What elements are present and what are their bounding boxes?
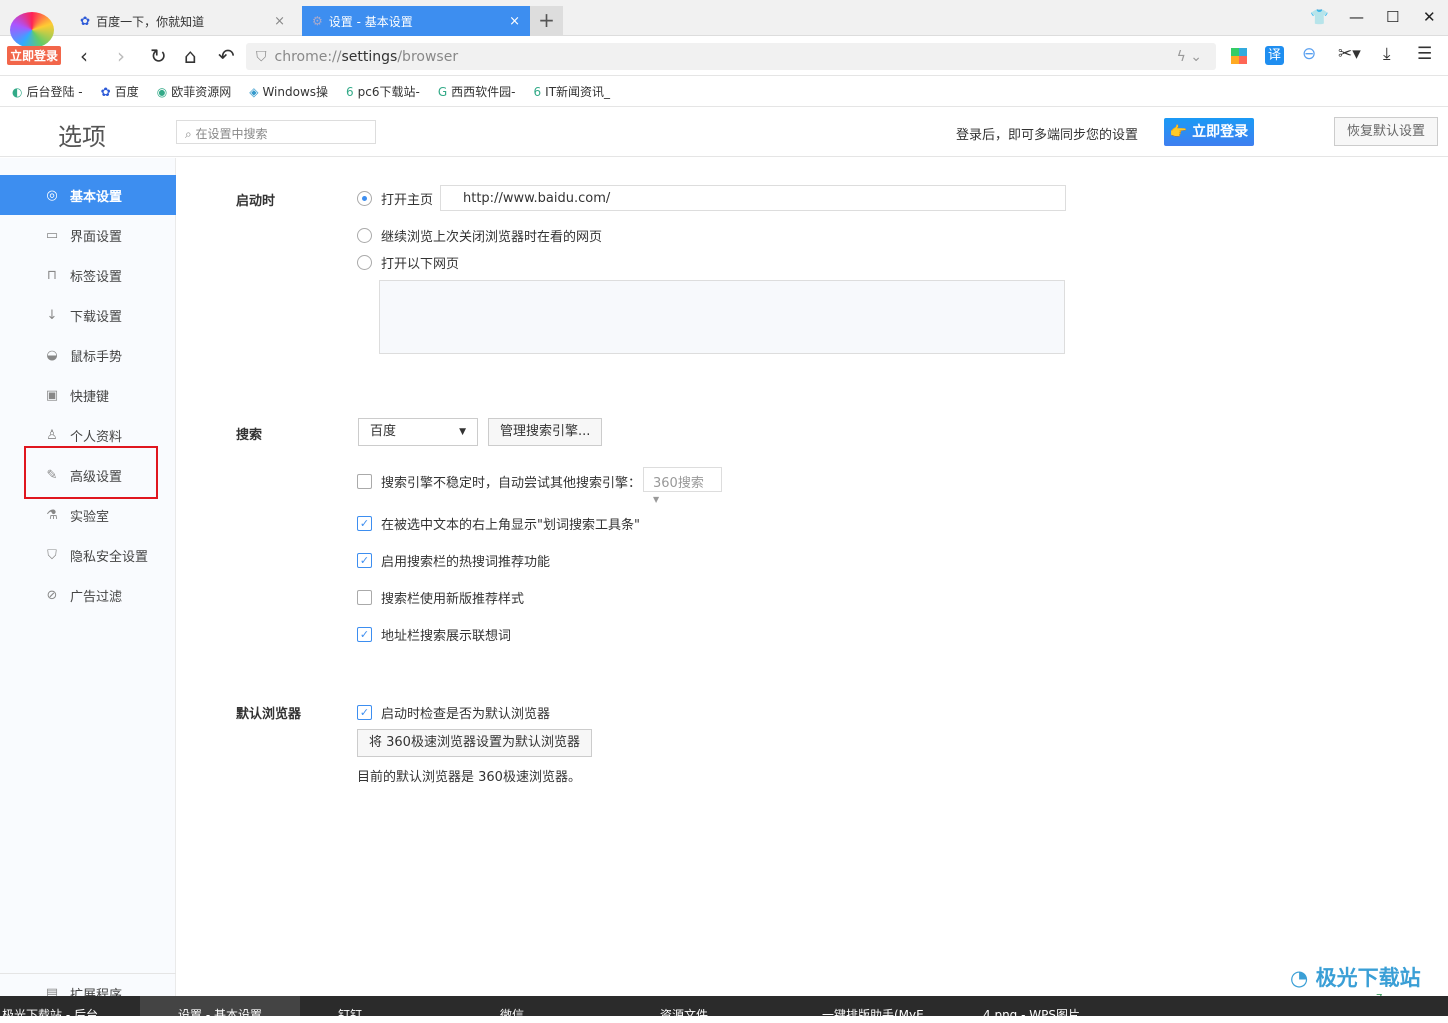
bookmark[interactable]: ◈ Windows操 — [249, 83, 328, 100]
baidu-paw-icon: ✿ — [80, 14, 91, 28]
startup-continue-radio[interactable]: 继续浏览上次关闭浏览器时在看的网页 — [357, 226, 602, 245]
flask-icon: ⚗ — [46, 507, 58, 523]
address-bar[interactable]: ⛉ chrome://settings/browser ϟ ⌄ — [246, 43, 1216, 70]
adblock-icon[interactable]: ⊖ — [1302, 44, 1316, 64]
menu-icon[interactable]: ☰ — [1417, 44, 1432, 64]
minimize-button[interactable]: — — [1349, 8, 1364, 26]
close-tab-icon[interactable]: × — [509, 14, 520, 29]
download-icon[interactable]: ⤓ — [1383, 44, 1391, 64]
lightning-icon[interactable]: ϟ ⌄ — [1177, 49, 1202, 65]
reload-button[interactable]: ↻ — [150, 44, 167, 68]
taskbar-item[interactable]: 微信 — [500, 1006, 524, 1023]
page-title: 选项 — [58, 123, 106, 151]
window-icon: ▭ — [45, 227, 59, 243]
login-badge[interactable]: 立即登录 — [7, 46, 62, 65]
block-icon: ⊘ — [46, 587, 58, 603]
sidebar: ◎ 基本设置 ▭ 界面设置 ⊓ 标签设置 ↓ 下载设置 ◒ 鼠标手势 ▣ 快捷键 ♙ 个人资料… — [0, 158, 176, 1003]
startup-pages-list[interactable] — [379, 280, 1065, 354]
settings-header: 选项 ⌕ 在设置中搜索 登录后，即可多端同步您的设置 👉 立即登录 恢复默认设置 — [0, 107, 1448, 157]
search-engine-select[interactable]: 百度 ▼ — [358, 418, 478, 446]
search-fallback-checkbox[interactable]: 搜索引擎不稳定时，自动尝试其他搜索引擎： — [357, 472, 641, 491]
bookmark[interactable]: ✿ 百度 — [101, 83, 139, 100]
manage-search-engines-button[interactable]: 管理搜索引擎... — [488, 418, 603, 446]
new-tab-button[interactable]: + — [530, 6, 563, 36]
sync-text: 登录后，即可多端同步您的设置 — [956, 128, 1139, 143]
bookmarks-bar: ◐ 后台登陆 - ✿ 百度 ◉ 欧菲资源网 ◈ Windows操 6 pc6下载站- G西… — [0, 77, 1448, 107]
bookmark[interactable]: ◉ 欧菲资源网 — [157, 83, 232, 100]
close-window-button[interactable]: ✕ — [1423, 8, 1436, 26]
default-browser-label: 默认浏览器 — [236, 707, 302, 722]
default-browser-status: 目前的默认浏览器是 360极速浏览器。 — [357, 770, 581, 785]
set-default-browser-button[interactable]: 将 360极速浏览器设置为默认浏览器 — [357, 729, 592, 757]
taskbar-item[interactable]: 钉钉 — [338, 1006, 362, 1023]
skin-icon[interactable]: 👕 — [1310, 8, 1329, 26]
taskbar-item[interactable]: 4.png - WPS图片 — [983, 1006, 1080, 1023]
taskbar-item[interactable]: 设置 - 基本设置 — [140, 996, 300, 1022]
tab-bar: ✿ 百度一下，你就知道 × ⚙ 设置 - 基本设置 × + 👕 — ☐ ✕ — [0, 0, 1448, 36]
sidebar-item-tabs[interactable]: ⊓ 标签设置 — [0, 255, 176, 295]
translate-icon[interactable]: 译 — [1265, 46, 1284, 65]
mouse-icon: ◒ — [46, 347, 58, 363]
sidebar-item-shortcuts[interactable]: ▣ 快捷键 — [0, 375, 176, 415]
gear-icon: ⚙ — [312, 14, 323, 28]
taskbar-item[interactable]: 资源文件 — [660, 1006, 708, 1023]
settings-search-input[interactable]: ⌕ 在设置中搜索 — [176, 120, 376, 144]
taskbar-item[interactable]: 极光下载站 - 后台 — [2, 1006, 98, 1023]
default-check-checkbox[interactable]: ✓ 启动时检查是否为默认浏览器 — [357, 703, 550, 722]
search-label: 搜索 — [236, 428, 263, 443]
nav-bar: ‹ › ↻ ⌂ ↶ ⛉ chrome://settings/browser ϟ ⌄ … — [0, 36, 1448, 76]
highlight-box — [24, 446, 158, 499]
startup-pages-radio[interactable]: 打开以下网页 — [357, 253, 459, 272]
download-icon: ↓ — [46, 307, 58, 323]
startup-label: 启动时 — [236, 194, 276, 209]
home-button[interactable]: ⌂ — [184, 44, 197, 68]
bookmark[interactable]: G 西西软件园- — [438, 83, 516, 100]
tab-settings[interactable]: ⚙ 设置 - 基本设置 × — [302, 6, 530, 36]
fallback-engine-select[interactable]: 360搜索 ▼ — [643, 467, 722, 504]
taskbar: 极光下载站 - 后台 设置 - 基本设置 钉钉 微信 资源文件 一键排版助手(M… — [0, 996, 1448, 1022]
tab-icon: ⊓ — [46, 267, 58, 283]
back-button[interactable]: ‹ — [80, 44, 88, 68]
bookmark[interactable]: 6 IT新闻资讯_ — [534, 83, 611, 100]
bookmark[interactable]: 6 pc6下载站- — [346, 83, 420, 100]
undo-close-button[interactable]: ↶ — [218, 44, 235, 68]
close-tab-icon[interactable]: × — [274, 14, 285, 29]
search-option-checkbox[interactable]: ✓ 在被选中文本的右上角显示"划词搜索工具条" — [357, 514, 640, 533]
forward-button[interactable]: › — [117, 44, 125, 68]
login-button[interactable]: 👉 立即登录 — [1164, 118, 1254, 146]
sidebar-item-privacy[interactable]: ⛉ 隐私安全设置 — [0, 535, 176, 575]
search-option-checkbox[interactable]: 搜索栏使用新版推荐样式 — [357, 588, 524, 607]
shield-icon: ⛉ — [256, 48, 267, 65]
scissors-icon[interactable]: ✂▾ — [1338, 44, 1361, 64]
apps-icon[interactable] — [1231, 48, 1247, 64]
gear-circle-icon: ◎ — [46, 187, 58, 203]
sidebar-item-interface[interactable]: ▭ 界面设置 — [0, 215, 176, 255]
user-icon: ♙ — [46, 427, 58, 443]
sidebar-item-lab[interactable]: ⚗ 实验室 — [0, 495, 176, 535]
sidebar-item-adblock[interactable]: ⊘ 广告过滤 — [0, 575, 176, 615]
keyboard-icon: ▣ — [45, 387, 59, 403]
reset-defaults-button[interactable]: 恢复默认设置 — [1334, 117, 1438, 146]
home-url-input[interactable]: http://www.baidu.com/ — [440, 185, 1066, 211]
taskbar-item[interactable]: 一键排版助手(MyE — [822, 1006, 924, 1023]
browser-logo[interactable] — [10, 12, 54, 48]
maximize-button[interactable]: ☐ — [1386, 8, 1399, 26]
sidebar-item-mouse[interactable]: ◒ 鼠标手势 — [0, 335, 176, 375]
search-option-checkbox[interactable]: ✓ 启用搜索栏的热搜词推荐功能 — [357, 551, 550, 570]
shield-icon: ⛉ — [47, 547, 57, 563]
search-option-checkbox[interactable]: ✓ 地址栏搜索展示联想词 — [357, 625, 511, 644]
bookmark[interactable]: ◐ 后台登陆 - — [12, 83, 83, 100]
startup-home-radio[interactable]: 打开主页 — [357, 189, 433, 208]
sidebar-item-basic[interactable]: ◎ 基本设置 — [0, 175, 176, 215]
sidebar-item-download[interactable]: ↓ 下载设置 — [0, 295, 176, 335]
tab-baidu[interactable]: ✿ 百度一下，你就知道 × — [70, 6, 295, 36]
